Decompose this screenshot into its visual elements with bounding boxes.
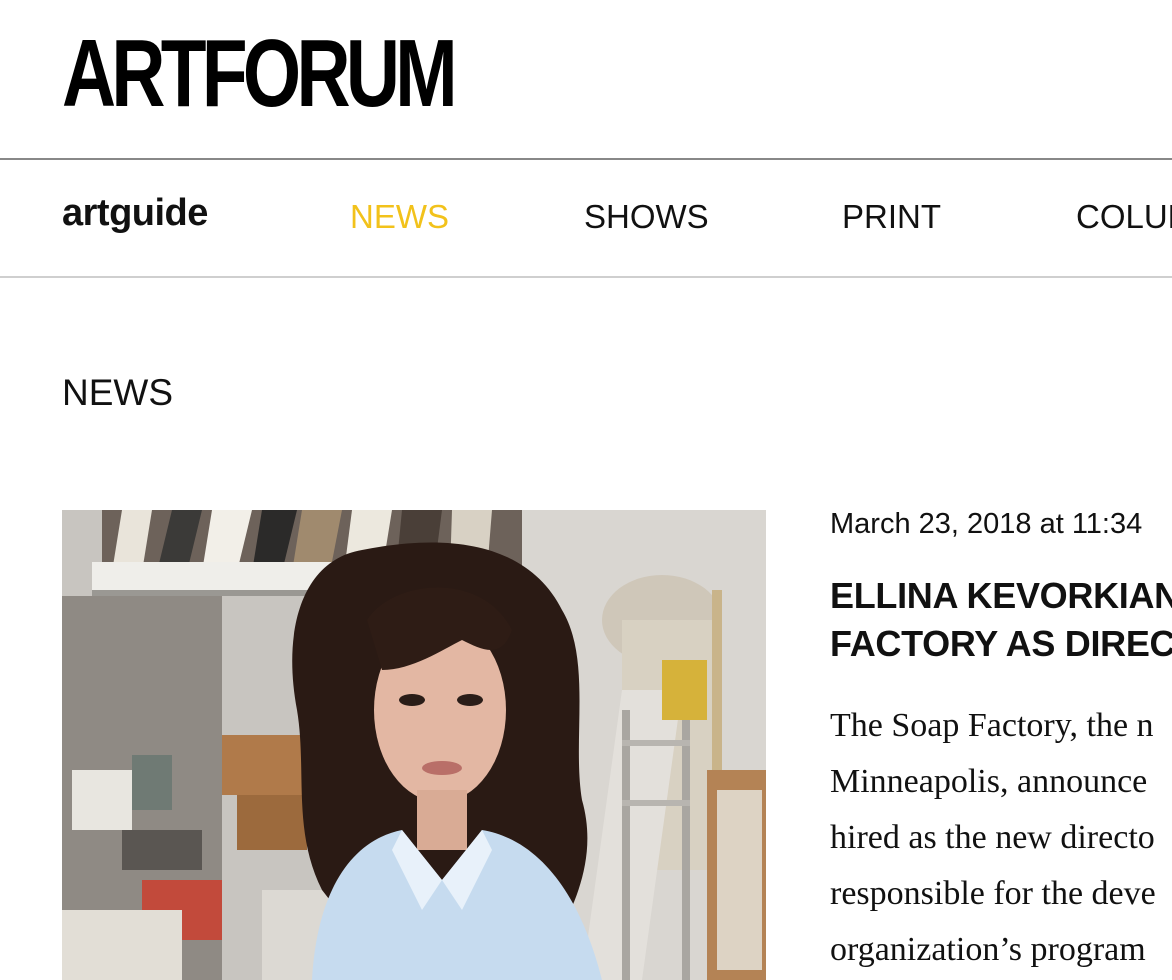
article-photo[interactable] — [62, 510, 766, 980]
page: ARTFORUM artguide NEWS SHOWS PRINT COLUM… — [0, 0, 1172, 980]
body-line: responsible for the deve — [830, 875, 1156, 912]
nav-divider — [0, 276, 1172, 278]
nav-item-news[interactable]: NEWS — [350, 198, 449, 236]
nav-item-shows[interactable]: SHOWS — [584, 198, 709, 236]
studio-portrait-image — [62, 510, 766, 980]
article-body: The Soap Factory, the n Minneapolis, ann… — [830, 698, 1156, 978]
masthead: ARTFORUM — [0, 0, 1172, 158]
article-headline[interactable]: ELLINA KEVORKIAN FACTORY AS DIRECT — [830, 572, 1172, 668]
body-line: Minneapolis, announce — [830, 763, 1148, 800]
article-date: March 23, 2018 at 11:34 — [830, 508, 1143, 540]
main-nav: artguide NEWS SHOWS PRINT COLUMNS — [0, 160, 1172, 276]
nav-item-print[interactable]: PRINT — [842, 198, 941, 236]
artforum-logo[interactable]: ARTFORUM — [62, 26, 458, 122]
headline-line[interactable]: ELLINA KEVORKIAN — [830, 572, 1172, 620]
section-title: NEWS — [62, 372, 173, 413]
body-line: organization’s program — [830, 931, 1146, 968]
body-line: hired as the new directo — [830, 819, 1155, 856]
artguide-link[interactable]: artguide — [62, 192, 208, 235]
headline-line[interactable]: FACTORY AS DIRECT — [830, 620, 1172, 668]
nav-item-columns[interactable]: COLUMNS — [1076, 198, 1172, 236]
body-line: The Soap Factory, the n — [830, 707, 1154, 744]
